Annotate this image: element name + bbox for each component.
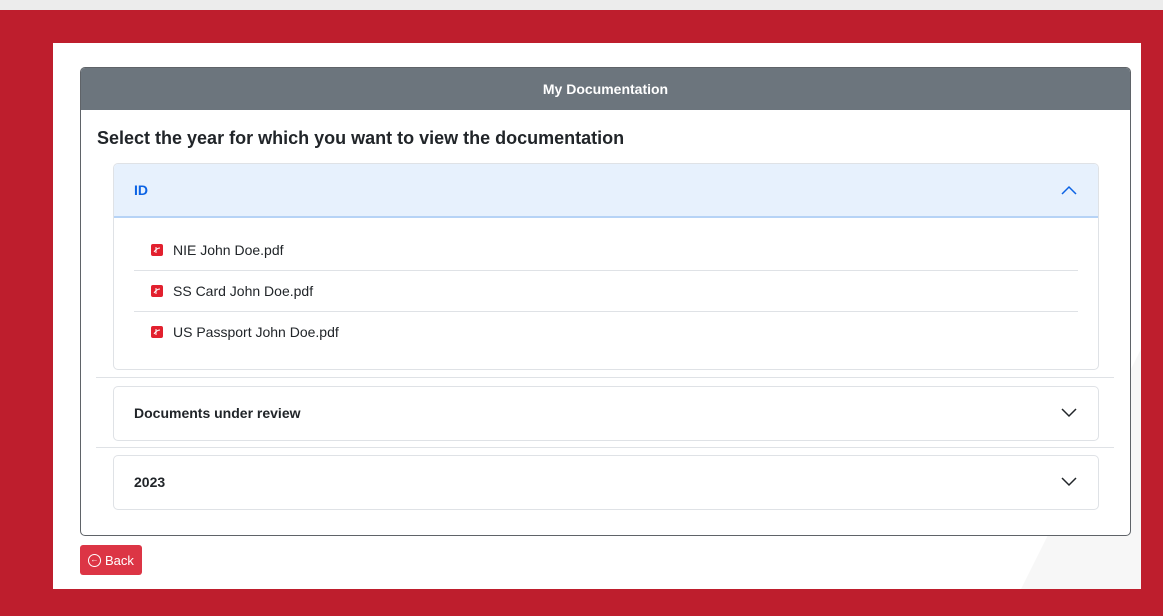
pdf-file-icon bbox=[151, 244, 163, 256]
accordion-item-under-review: Documents under review bbox=[113, 386, 1099, 441]
top-strip bbox=[0, 0, 1163, 10]
document-item[interactable]: US Passport John Doe.pdf bbox=[134, 312, 1078, 352]
chevron-up-icon bbox=[1060, 181, 1078, 199]
arrow-left-circle-icon: ← bbox=[88, 553, 101, 567]
document-item[interactable]: SS Card John Doe.pdf bbox=[134, 271, 1078, 312]
accordion-label: ID bbox=[134, 182, 148, 198]
accordion-label: 2023 bbox=[134, 473, 166, 490]
document-name: NIE John Doe.pdf bbox=[173, 242, 284, 258]
accordion-header-id[interactable]: ID bbox=[114, 164, 1098, 218]
accordion-label: Documents under review bbox=[134, 404, 301, 421]
document-name: US Passport John Doe.pdf bbox=[173, 324, 339, 340]
divider bbox=[96, 447, 1114, 448]
document-list: NIE John Doe.pdf SS Card John Doe.pdf US… bbox=[114, 218, 1098, 352]
pdf-file-icon bbox=[151, 326, 163, 338]
pdf-file-icon bbox=[151, 285, 163, 297]
back-button[interactable]: ← Back bbox=[80, 545, 142, 575]
document-item[interactable]: NIE John Doe.pdf bbox=[134, 230, 1078, 271]
card-title: My Documentation bbox=[542, 81, 669, 97]
card-header: My Documentation bbox=[81, 68, 1130, 110]
accordion-item-id: ID NIE John Doe.pdf SS Card John Doe.pdf… bbox=[113, 163, 1099, 370]
document-name: SS Card John Doe.pdf bbox=[173, 283, 314, 299]
back-button-label: Back bbox=[105, 552, 134, 568]
page-title: Select the year for which you want to vi… bbox=[97, 128, 625, 148]
divider bbox=[96, 377, 1114, 378]
content-area: My Documentation Select the year for whi… bbox=[53, 43, 1141, 589]
accordion-header-under-review[interactable]: Documents under review bbox=[114, 387, 1098, 438]
accordion-header-2023[interactable]: 2023 bbox=[114, 456, 1098, 507]
chevron-down-icon bbox=[1060, 404, 1078, 422]
documentation-card: My Documentation Select the year for whi… bbox=[80, 67, 1131, 536]
chevron-down-icon bbox=[1060, 473, 1078, 491]
accordion-item-2023: 2023 bbox=[113, 455, 1099, 510]
